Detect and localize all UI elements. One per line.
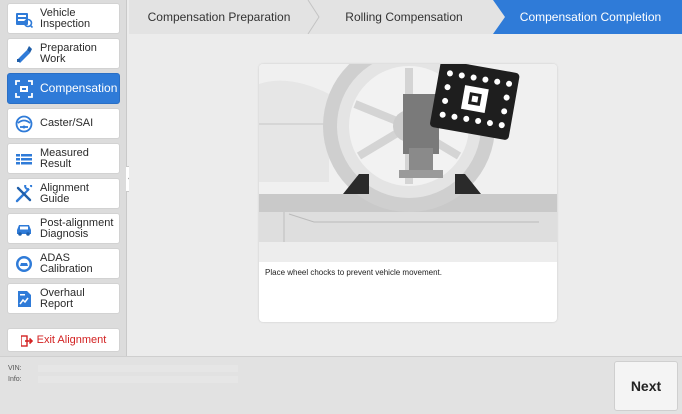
exit-icon xyxy=(19,334,33,347)
vehicle-inspection-icon xyxy=(14,9,34,29)
sidebar-item-preparation-work[interactable]: Preparation Work xyxy=(7,38,120,69)
instruction-text: Place wheel chocks to prevent vehicle mo… xyxy=(265,268,442,277)
vin-value xyxy=(38,365,238,372)
sidebar-item-label: Preparation Work xyxy=(40,41,97,65)
sidebar-item-compensation[interactable]: Compensation xyxy=(7,73,120,104)
measured-result-icon xyxy=(14,149,34,169)
step-label: Compensation Preparation xyxy=(147,10,291,24)
sidebar-item-label: ADAS Calibration xyxy=(40,251,93,275)
info-value xyxy=(38,376,238,383)
caster-icon xyxy=(14,114,34,134)
sidebar-item-overhaul-report[interactable]: Overhaul Report xyxy=(7,283,120,314)
sidebar: Vehicle Inspection Preparation Work Comp… xyxy=(0,0,127,356)
post-alignment-icon xyxy=(14,219,34,239)
step-rolling-compensation: Rolling Compensation xyxy=(315,0,493,34)
adas-icon xyxy=(14,254,34,274)
vin-label: VIN: xyxy=(8,365,22,372)
step-progress-bar: Compensation Preparation Rolling Compens… xyxy=(129,0,682,34)
sidebar-item-alignment-guide[interactable]: Alignment Guide xyxy=(7,178,120,209)
sidebar-item-vehicle-inspection[interactable]: Vehicle Inspection xyxy=(7,3,120,34)
sidebar-nav: Vehicle Inspection Preparation Work Comp… xyxy=(7,3,120,318)
sidebar-item-label: Alignment Guide xyxy=(40,181,89,205)
footer-bar: VIN: Info: Next xyxy=(0,356,682,414)
step-compensation-preparation: Compensation Preparation xyxy=(129,0,309,34)
wheel-chock-illustration xyxy=(259,64,557,262)
step-compensation-completion: Compensation Completion xyxy=(499,0,682,34)
sidebar-item-measured-result[interactable]: Measured Result xyxy=(7,143,120,174)
sidebar-item-post-alignment-diagnosis[interactable]: Post-alignment Diagnosis xyxy=(7,213,120,244)
preparation-icon xyxy=(14,44,34,64)
instruction-card: Place wheel chocks to prevent vehicle mo… xyxy=(259,64,557,322)
sidebar-item-caster-sai[interactable]: Caster/SAI xyxy=(7,108,120,139)
sidebar-item-label: Post-alignment Diagnosis xyxy=(40,216,114,240)
step-label: Compensation Completion xyxy=(519,10,662,24)
sidebar-item-adas-calibration[interactable]: ADAS Calibration xyxy=(7,248,120,279)
sidebar-item-label: Compensation xyxy=(40,81,118,95)
step-label: Rolling Compensation xyxy=(345,10,463,24)
app-window: Vehicle Inspection Preparation Work Comp… xyxy=(0,0,682,414)
exit-alignment-button[interactable]: Exit Alignment xyxy=(7,328,120,352)
next-button[interactable]: Next xyxy=(614,361,678,411)
sidebar-item-label: Measured Result xyxy=(40,146,89,170)
exit-alignment-label: Exit Alignment xyxy=(36,334,107,346)
sidebar-item-label: Caster/SAI xyxy=(40,117,94,129)
main-content: Place wheel chocks to prevent vehicle mo… xyxy=(129,34,682,356)
sidebar-item-label: Overhaul Report xyxy=(40,286,85,310)
info-label: Info: xyxy=(8,376,22,383)
next-button-label: Next xyxy=(630,378,662,394)
compensation-icon xyxy=(14,79,34,99)
sidebar-item-label: Vehicle Inspection xyxy=(40,6,91,30)
overhaul-report-icon xyxy=(14,289,34,309)
alignment-guide-icon xyxy=(14,184,34,204)
